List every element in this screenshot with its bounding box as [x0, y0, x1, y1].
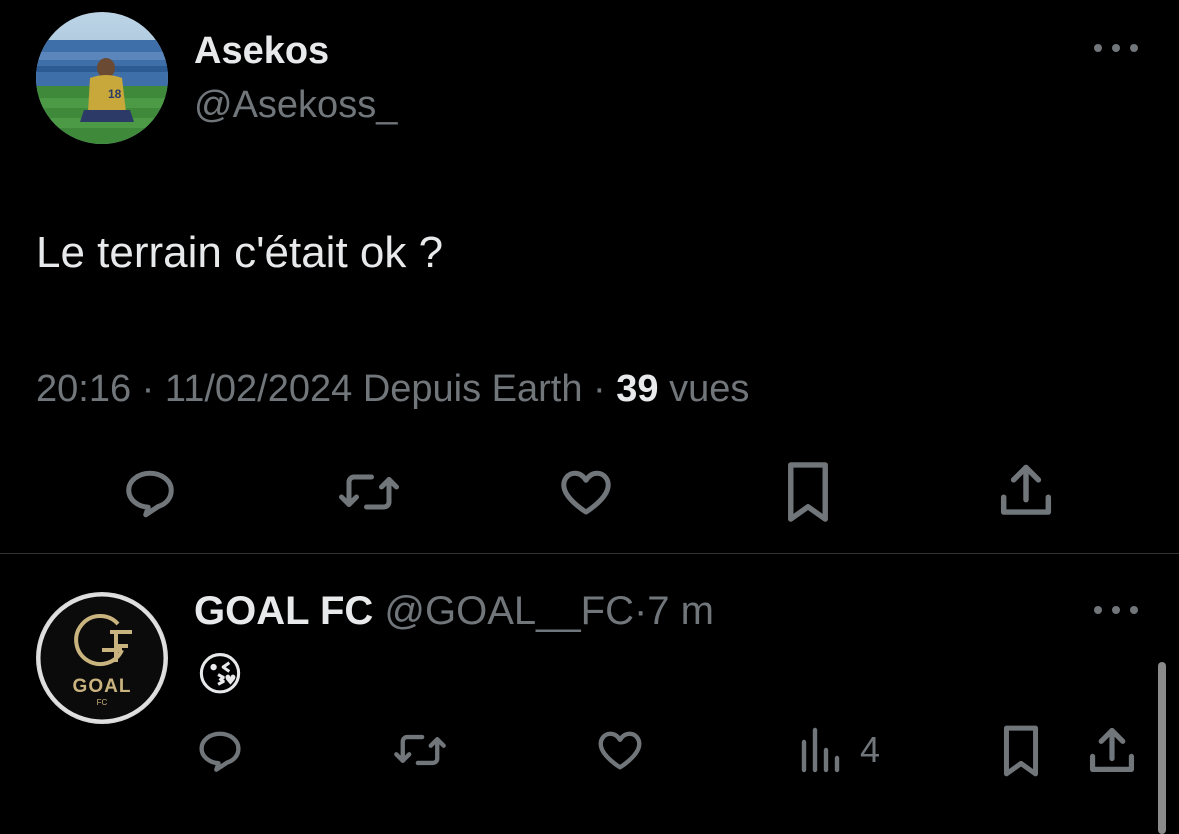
- reply-views-button[interactable]: 4: [798, 726, 880, 774]
- meta-separator: ·: [141, 368, 155, 410]
- reply-like-button[interactable]: [594, 724, 646, 776]
- more-dot-icon: [1130, 44, 1138, 52]
- reply-button[interactable]: [120, 462, 180, 522]
- views-label[interactable]: vues: [669, 368, 749, 410]
- more-dot-icon: [1094, 606, 1102, 614]
- author-avatar[interactable]: 18: [36, 12, 168, 144]
- reply-header: GOAL FC @GOAL__FC·7 m: [194, 586, 714, 636]
- share-icon: [1000, 464, 1052, 515]
- reply-author-handle[interactable]: @GOAL__FC: [384, 589, 634, 633]
- more-dot-icon: [1112, 606, 1120, 614]
- more-dot-icon: [1112, 44, 1120, 52]
- svg-text:18: 18: [108, 87, 122, 101]
- divider: [0, 553, 1179, 554]
- retweet-button[interactable]: [336, 462, 402, 522]
- tweet-text: Le terrain c'était ok ?: [36, 228, 444, 277]
- like-button[interactable]: [556, 462, 616, 522]
- reply-share-button[interactable]: [1086, 724, 1138, 778]
- like-icon: [598, 731, 642, 770]
- reply-icon: [126, 470, 174, 518]
- tweet-meta: 20:16 · 11/02/2024 Depuis Earth · 39 vue…: [36, 364, 749, 414]
- share-button[interactable]: [996, 460, 1056, 522]
- reply-age[interactable]: 7 m: [647, 589, 714, 633]
- logo-subtext: FC: [96, 698, 108, 707]
- avatar-image: 18: [36, 12, 168, 144]
- retweet-icon: [339, 474, 399, 510]
- bookmark-icon: [788, 462, 828, 522]
- views-count[interactable]: 39: [616, 368, 658, 410]
- reply-views-count: 4: [860, 729, 881, 770]
- tweet-time[interactable]: 20:16: [36, 368, 131, 410]
- tweet-source: Depuis Earth: [362, 368, 583, 410]
- bookmark-button[interactable]: [778, 460, 838, 524]
- more-options-button[interactable]: [1094, 38, 1138, 58]
- author-handle[interactable]: @Asekoss_: [194, 82, 397, 128]
- tweet-date[interactable]: 11/02/2024: [165, 368, 352, 410]
- reply-text: 😘: [196, 648, 244, 700]
- scrollbar[interactable]: [1158, 662, 1166, 834]
- reply-reply-button[interactable]: [194, 724, 246, 776]
- views-icon: [801, 727, 840, 773]
- retweet-icon: [394, 734, 446, 766]
- reply-icon: [199, 731, 241, 772]
- reply-retweet-button[interactable]: [392, 724, 448, 776]
- reply-more-options-button[interactable]: [1094, 600, 1138, 620]
- like-icon: [561, 470, 611, 515]
- author-name[interactable]: Asekos: [194, 28, 329, 74]
- share-icon: [1089, 727, 1135, 772]
- reply-bookmark-button[interactable]: [996, 724, 1046, 778]
- bookmark-icon: [1003, 725, 1039, 777]
- meta-separator: ·: [593, 368, 606, 410]
- reply-separator: ·: [633, 589, 648, 633]
- reply-author-name[interactable]: GOAL FC: [194, 589, 373, 633]
- reply-author-avatar[interactable]: GOAL FC: [36, 592, 168, 724]
- logo-text: GOAL: [72, 676, 132, 697]
- more-dot-icon: [1094, 44, 1102, 52]
- more-dot-icon: [1130, 606, 1138, 614]
